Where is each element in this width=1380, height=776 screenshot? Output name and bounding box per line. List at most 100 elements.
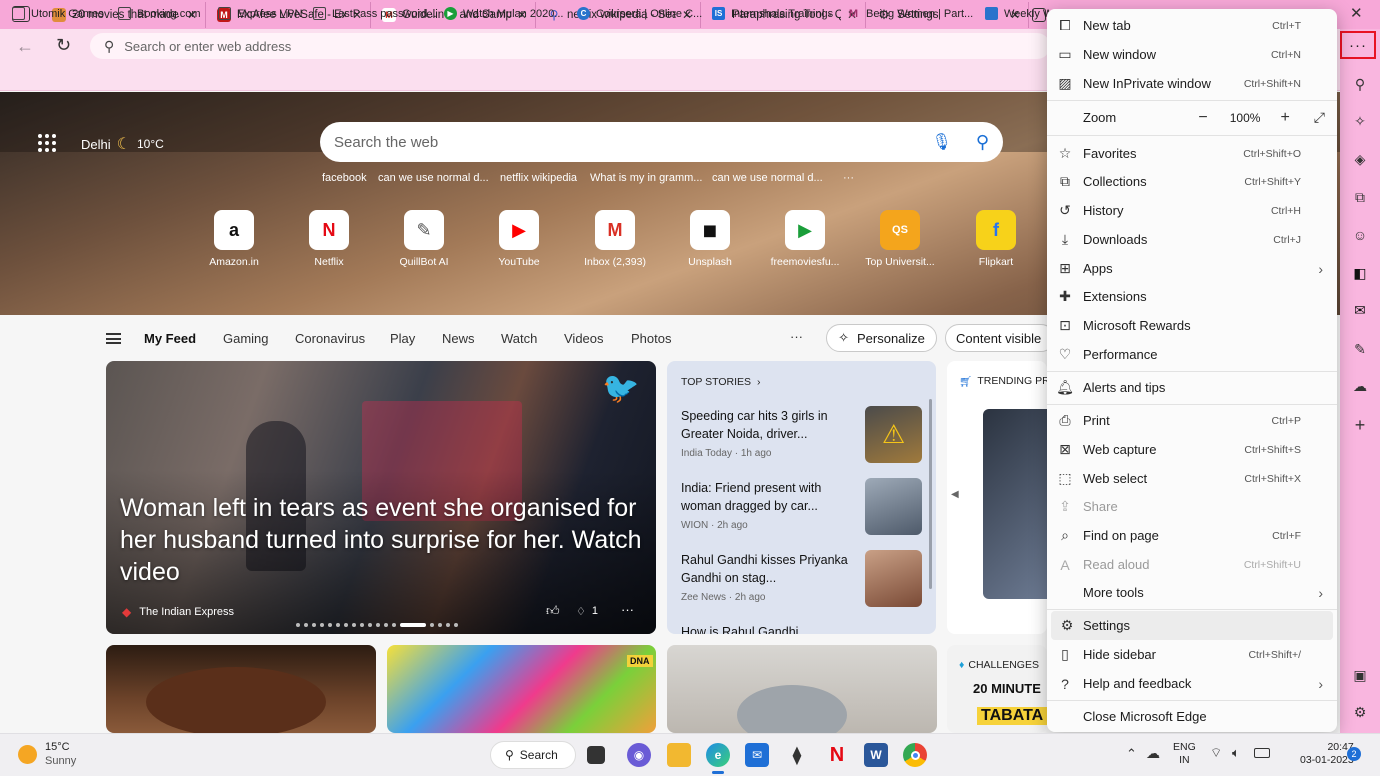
add-icon[interactable]: + xyxy=(1349,414,1371,436)
feed-tab-videos[interactable]: Videos xyxy=(564,331,604,346)
weather-widget[interactable]: Delhi ☾ 10°C xyxy=(81,134,164,154)
menu-item-history[interactable]: ↺ History Ctrl+H xyxy=(1047,196,1337,225)
story-item[interactable]: How is Rahul Gandhi xyxy=(681,623,856,634)
cloud-icon[interactable]: ☁ xyxy=(1349,375,1371,397)
address-input[interactable]: ⚲ Search or enter web address xyxy=(90,33,1050,59)
refresh-icon[interactable]: ↻ xyxy=(56,35,71,56)
shopping-tag-icon[interactable]: ◈ xyxy=(1349,148,1371,170)
challenges-card[interactable]: ♦ CHALLENGES 20 MINUTE TABATA xyxy=(947,645,1047,733)
chrome-icon[interactable] xyxy=(903,743,927,767)
clock[interactable]: 20:47 03-01-2023 xyxy=(1300,741,1354,767)
wifi-icon[interactable]: ⌔ xyxy=(1210,745,1222,761)
feed-more-icon[interactable]: ··· xyxy=(790,329,803,344)
menu-item-new-inprivate[interactable]: ▨ New InPrivate window Ctrl+Shift+N xyxy=(1047,69,1337,98)
quick-link-topuniversities[interactable]: QS Top Universit... xyxy=(860,210,940,268)
gear-icon[interactable]: ⚙ xyxy=(1349,701,1371,723)
bookmark[interactable]: Utomik Games xyxy=(12,7,104,20)
notification-badge[interactable]: 2 xyxy=(1347,747,1361,761)
menu-item-extensions[interactable]: ✚ Extensions xyxy=(1047,282,1337,311)
quick-link-inbox[interactable]: M Inbox (2,393) xyxy=(575,210,655,268)
feed-tab-gaming[interactable]: Gaming xyxy=(223,331,269,346)
hero-source[interactable]: ◆ The Indian Express xyxy=(122,605,234,619)
fullscreen-icon[interactable]: ⤢ xyxy=(1314,109,1325,126)
news-card-puzzle[interactable]: DNA xyxy=(387,645,656,733)
menu-item-performance[interactable]: ♡ Performance xyxy=(1047,340,1337,369)
trending-search[interactable]: can we use normal d... xyxy=(712,172,823,184)
bookmark[interactable]: Weekly W xyxy=(985,7,1053,20)
quick-link-freemovies[interactable]: ▶ freemoviesfu... xyxy=(765,210,845,268)
trending-more-icon[interactable]: ··· xyxy=(843,172,854,184)
search-icon[interactable]: ⚲ xyxy=(976,132,989,153)
chevron-up-icon[interactable]: ⌃ xyxy=(1126,746,1137,762)
taskbar-weather[interactable]: 15°C Sunny xyxy=(18,740,76,768)
bookmark[interactable]: IS Internshala Trainings xyxy=(712,7,833,20)
tools-icon[interactable]: ⧉ xyxy=(1349,186,1371,208)
zoom-out-button[interactable]: − xyxy=(1198,109,1207,127)
taskbar-search[interactable]: ⚲ Search xyxy=(490,741,576,769)
menu-item-more-tools[interactable]: More tools › xyxy=(1047,578,1337,607)
personalize-button[interactable]: ✧ Personalize xyxy=(826,324,937,352)
quick-link-quillbot[interactable]: ✎ QuillBot AI xyxy=(384,210,464,268)
menu-item-new-tab[interactable]: ⧠ New tab Ctrl+T xyxy=(1047,11,1337,40)
word-icon[interactable]: W xyxy=(864,743,888,767)
windows-start-icon[interactable] xyxy=(452,743,476,767)
trending-search[interactable]: netflix wikipedia xyxy=(500,172,577,184)
drop-icon[interactable]: ✎ xyxy=(1349,338,1371,360)
quick-link-flipkart[interactable]: f Flipkart xyxy=(956,210,1036,268)
news-card-can[interactable] xyxy=(667,645,937,733)
trending-search[interactable]: What is my in gramm... xyxy=(590,172,702,184)
feed-tab-coronavirus[interactable]: Coronavirus xyxy=(295,331,365,346)
bookmark[interactable]: LastPass password... xyxy=(313,7,437,20)
product-image[interactable] xyxy=(983,409,1047,599)
zoom-in-button[interactable]: + xyxy=(1280,109,1289,127)
bookmark[interactable]: M Being Women | Part... xyxy=(847,7,973,20)
onedrive-icon[interactable]: ☁ xyxy=(1146,745,1160,762)
trending-heading[interactable]: 🛒︎ TRENDING PR xyxy=(959,375,1047,388)
file-explorer-icon[interactable] xyxy=(667,743,691,767)
dislike-button[interactable]: ♢ 1 xyxy=(576,605,598,618)
battery-icon[interactable] xyxy=(1254,748,1270,758)
hero-news-card[interactable]: 🐦 Woman left in tears as event she organ… xyxy=(106,361,656,634)
search-icon[interactable]: ⚲ xyxy=(1349,73,1371,95)
chat-icon[interactable]: ◉ xyxy=(627,743,651,767)
quick-link-amazon[interactable]: a Amazon.in xyxy=(194,210,274,268)
more-options-icon[interactable]: ··· xyxy=(621,602,634,617)
menu-item-favorites[interactable]: ☆ Favorites Ctrl+Shift+O xyxy=(1047,139,1337,168)
trending-search[interactable]: facebook xyxy=(322,172,367,184)
menu-item-downloads[interactable]: ⤓ Downloads Ctrl+J xyxy=(1047,225,1337,254)
discover-icon[interactable]: ✧ xyxy=(1349,110,1371,132)
news-card-food[interactable] xyxy=(106,645,376,733)
back-icon[interactable]: ← xyxy=(16,36,34,57)
settings-and-more-button[interactable]: ··· xyxy=(1340,31,1376,59)
story-item[interactable]: India: Friend present with woman dragged… xyxy=(681,479,856,531)
hamburger-menu-icon[interactable] xyxy=(106,333,121,344)
feed-tab-photos[interactable]: Photos xyxy=(631,331,671,346)
top-stories-heading[interactable]: TOP STORIES › xyxy=(681,376,761,388)
feed-tab-news[interactable]: News xyxy=(442,331,475,346)
menu-item-help[interactable]: ? Help and feedback › xyxy=(1047,669,1337,698)
story-item[interactable]: Rahul Gandhi kisses Priyanka Gandhi on s… xyxy=(681,551,856,603)
quick-link-netflix[interactable]: N Netflix xyxy=(289,210,369,268)
menu-item-new-window[interactable]: ▭ New window Ctrl+N xyxy=(1047,40,1337,69)
menu-item-close[interactable]: Close Microsoft Edge xyxy=(1047,702,1337,731)
story-item[interactable]: Speeding car hits 3 girls in Greater Noi… xyxy=(681,407,856,459)
like-icon[interactable]: 👍︎ xyxy=(546,603,560,619)
task-view-icon[interactable] xyxy=(587,746,605,764)
feed-tab-my-feed[interactable]: My Feed xyxy=(144,331,196,346)
mail-icon[interactable]: ✉ xyxy=(745,743,769,767)
outlook-icon[interactable]: ✉ xyxy=(1349,299,1371,321)
chevron-left-icon[interactable]: ◀ xyxy=(951,489,959,500)
bookmark[interactable]: C Coursera | Online C... xyxy=(577,7,702,20)
bookmark[interactable]: Express VPN xyxy=(218,7,302,20)
feed-tab-watch[interactable]: Watch xyxy=(501,331,537,346)
feed-tab-play[interactable]: Play xyxy=(390,331,415,346)
menu-item-web-capture[interactable]: ⊠ Web capture Ctrl+Shift+S xyxy=(1047,435,1337,464)
microphone-icon[interactable]: 🎙 xyxy=(932,132,952,152)
menu-item-rewards[interactable]: ⊡ Microsoft Rewards xyxy=(1047,311,1337,340)
dropbox-icon[interactable]: ⧫ xyxy=(785,743,809,767)
speaker-icon[interactable]: 🔈︎ xyxy=(1232,745,1240,761)
web-search-box[interactable]: Search the web 🎙 ⚲ xyxy=(320,122,1003,162)
bookmark[interactable]: Booking.com xyxy=(118,7,201,20)
bookmark[interactable]: ▶ Watch Mulan 2020... xyxy=(444,7,563,20)
quick-link-unsplash[interactable]: ◼ Unsplash xyxy=(670,210,750,268)
